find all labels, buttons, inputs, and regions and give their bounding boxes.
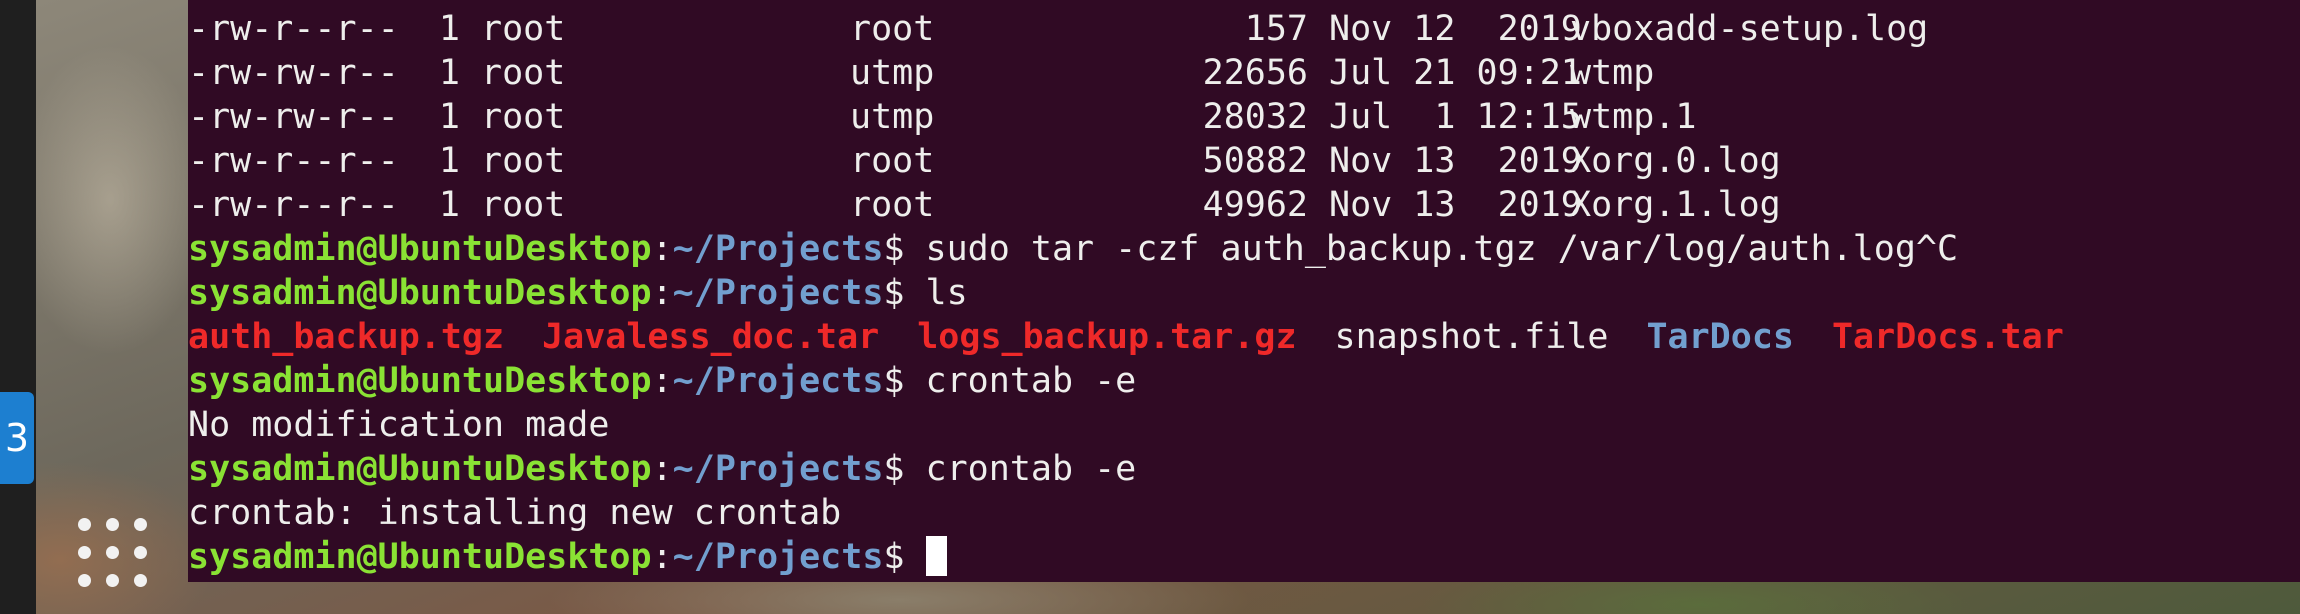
- ls-long-row: -rw-rw-r-- 1 root utmp 22656 Jul 21 09:2…: [188, 51, 2300, 95]
- file-owner: root: [481, 97, 566, 137]
- file-name: Xorg.0.log: [1570, 141, 1781, 181]
- file-permissions: -rw-r--r--: [188, 9, 399, 49]
- prompt-colon: :: [651, 361, 673, 401]
- prompt-user-host: sysadmin@UbuntuDesktop: [188, 229, 652, 269]
- prompt-path: ~/Projects: [672, 273, 884, 313]
- file-date: Nov 12 2019: [1329, 9, 1582, 49]
- file-size: 49962: [1202, 185, 1308, 225]
- file-name: vboxadd-setup.log: [1570, 9, 1929, 49]
- file-name: wtmp: [1570, 53, 1655, 93]
- prompt-symbol: $: [883, 449, 905, 489]
- output-line: No modification made: [188, 405, 610, 445]
- ls-entry-directory: TarDocs: [1646, 317, 1794, 357]
- command-text: ls: [904, 273, 968, 313]
- file-permissions: -rw-rw-r--: [188, 53, 399, 93]
- file-permissions: -rw-rw-r--: [188, 97, 399, 137]
- prompt-path: ~/Projects: [672, 537, 884, 577]
- prompt-user-host: sysadmin@UbuntuDesktop: [188, 273, 652, 313]
- show-applications-icon[interactable]: [70, 510, 154, 594]
- prompt-user-host: sysadmin@UbuntuDesktop: [188, 537, 652, 577]
- prompt-colon: :: [651, 449, 673, 489]
- file-group: root: [850, 9, 935, 49]
- file-owner: root: [481, 185, 566, 225]
- file-link-count: 1: [438, 53, 460, 93]
- file-date: Nov 13 2019: [1329, 141, 1582, 181]
- file-group: utmp: [850, 97, 935, 137]
- output-line: crontab: installing new crontab: [188, 493, 842, 533]
- prompt-symbol: $: [883, 361, 905, 401]
- file-permissions: -rw-r--r--: [188, 141, 399, 181]
- ls-entry-archive: logs_backup.tar.gz: [917, 317, 1297, 357]
- prompt-colon: :: [651, 229, 673, 269]
- text-cursor: [925, 536, 947, 576]
- file-name: Xorg.1.log: [1570, 185, 1781, 225]
- command-line: sysadmin@UbuntuDesktop:~/Projects$ cront…: [188, 359, 2300, 403]
- terminal-window[interactable]: -rw-r--r-- 1 root root 157 Nov 12 2019 v…: [188, 0, 2300, 582]
- file-link-count: 1: [438, 141, 460, 181]
- file-size: 22656: [1202, 53, 1308, 93]
- file-date: Nov 13 2019: [1329, 185, 1582, 225]
- prompt-path: ~/Projects: [672, 449, 884, 489]
- prompt-path: ~/Projects: [672, 229, 884, 269]
- file-date: Jul 21 09:21: [1329, 53, 1582, 93]
- ls-entry-file: snapshot.file: [1334, 317, 1609, 357]
- prompt-symbol: $: [883, 537, 905, 577]
- prompt-user-host: sysadmin@UbuntuDesktop: [188, 361, 652, 401]
- command-text: sudo tar -czf auth_backup.tgz /var/log/a…: [904, 229, 1959, 269]
- file-group: root: [850, 141, 935, 181]
- file-date: Jul 1 12:15: [1329, 97, 1582, 137]
- file-owner: root: [481, 9, 566, 49]
- prompt-user-host: sysadmin@UbuntuDesktop: [188, 449, 652, 489]
- file-name: wtmp.1: [1570, 97, 1697, 137]
- ls-output-line: auth_backup.tgz Javaless_doc.tar logs_back…: [188, 315, 2300, 359]
- dock: [0, 0, 36, 614]
- command-text: crontab -e: [904, 449, 1137, 489]
- file-group: utmp: [850, 53, 935, 93]
- ls-entry-archive: Javaless_doc.tar: [542, 317, 880, 357]
- file-link-count: 1: [438, 9, 460, 49]
- prompt-symbol: $: [883, 273, 905, 313]
- active-command-line[interactable]: sysadmin@UbuntuDesktop:~/Projects$: [188, 535, 2300, 579]
- file-group: root: [850, 185, 935, 225]
- ls-entry-archive: TarDocs.tar: [1831, 317, 2064, 357]
- ls-long-row: -rw-r--r-- 1 root root 49962 Nov 13 2019…: [188, 183, 2300, 227]
- file-size: 50882: [1202, 141, 1308, 181]
- prompt-symbol: $: [883, 229, 905, 269]
- command-line: sysadmin@UbuntuDesktop:~/Projects$ cront…: [188, 447, 2300, 491]
- file-size: 28032: [1202, 97, 1308, 137]
- command-line: sysadmin@UbuntuDesktop:~/Projects$ sudo …: [188, 227, 2300, 271]
- ls-long-row: -rw-r--r-- 1 root root 157 Nov 12 2019 v…: [188, 7, 2300, 51]
- prompt-colon: :: [651, 273, 673, 313]
- ls-long-row: -rw-r--r-- 1 root root 50882 Nov 13 2019…: [188, 139, 2300, 183]
- command-text: crontab -e: [904, 361, 1137, 401]
- ls-entry-archive: auth_backup.tgz: [188, 317, 505, 357]
- file-link-count: 1: [438, 97, 460, 137]
- file-owner: root: [481, 53, 566, 93]
- prompt-path: ~/Projects: [672, 361, 884, 401]
- file-link-count: 1: [438, 185, 460, 225]
- file-permissions: -rw-r--r--: [188, 185, 399, 225]
- command-line: sysadmin@UbuntuDesktop:~/Projects$ ls: [188, 271, 2300, 315]
- ls-long-row: -rw-rw-r-- 1 root utmp 28032 Jul 1 12:15…: [188, 95, 2300, 139]
- command-input[interactable]: [904, 537, 925, 577]
- workspace-badge[interactable]: 3: [0, 392, 34, 484]
- prompt-colon: :: [651, 537, 673, 577]
- file-owner: root: [481, 141, 566, 181]
- file-size: 157: [1244, 9, 1308, 49]
